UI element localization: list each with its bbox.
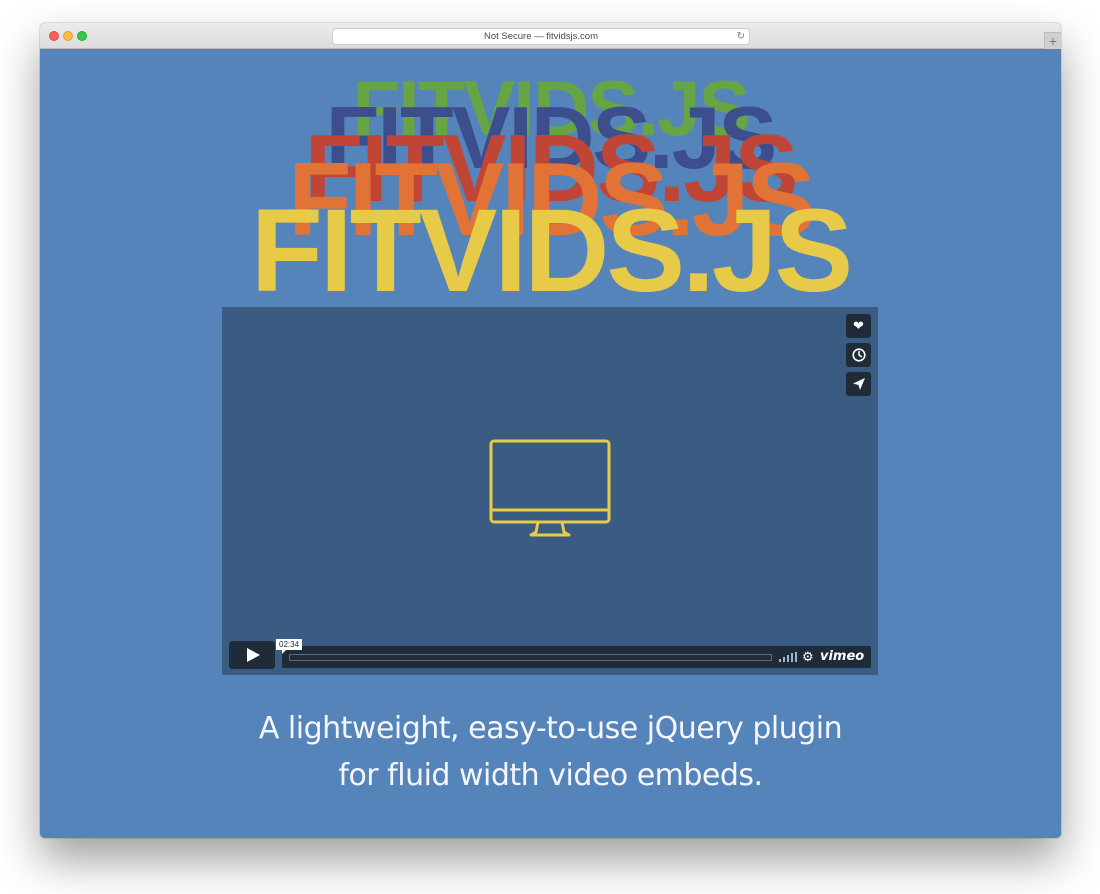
tagline-line-1: A lightweight, easy-to-use jQuery plugin bbox=[258, 711, 843, 746]
address-bar[interactable]: Not Secure — fitvidsjs.com ↻ bbox=[332, 28, 750, 45]
tagline: A lightweight, easy-to-use jQuery plugin… bbox=[40, 705, 1061, 799]
time-tooltip: 02:34 bbox=[276, 639, 303, 654]
plus-icon[interactable]: + bbox=[1044, 32, 1061, 49]
minimize-window-button[interactable] bbox=[63, 31, 73, 41]
vimeo-logo[interactable]: vimeo bbox=[820, 646, 864, 668]
page-content: FITVIDS.JS FITVIDS.JS FITVIDS.JS FITVIDS… bbox=[40, 49, 1061, 838]
browser-window: Not Secure — fitvidsjs.com ↻ + FITVIDS.J… bbox=[40, 23, 1061, 838]
player-controls: ⚙ vimeo bbox=[282, 646, 871, 668]
send-icon[interactable] bbox=[846, 372, 871, 396]
reload-icon[interactable]: ↻ bbox=[737, 29, 745, 44]
settings-icon[interactable]: ⚙ bbox=[802, 647, 814, 667]
logo-layer-yellow: FITVIDS.JS bbox=[250, 185, 853, 317]
url-text: Not Secure — fitvidsjs.com bbox=[483, 31, 599, 42]
progress-bar[interactable] bbox=[289, 654, 772, 661]
tagline-line-2: for fluid width video embeds. bbox=[338, 758, 763, 793]
title-bar: Not Secure — fitvidsjs.com ↻ + bbox=[40, 23, 1061, 49]
zoom-window-button[interactable] bbox=[77, 31, 87, 41]
volume-icon[interactable] bbox=[779, 652, 797, 662]
play-button[interactable] bbox=[229, 641, 275, 669]
close-window-button[interactable] bbox=[49, 31, 59, 41]
video-player[interactable]: ❤ ⚙ vimeo 02:34 bbox=[222, 307, 878, 675]
heart-icon[interactable]: ❤ bbox=[846, 314, 871, 338]
fitvids-logo: FITVIDS.JS FITVIDS.JS FITVIDS.JS FITVIDS… bbox=[40, 49, 1061, 310]
monitor-icon bbox=[489, 439, 611, 537]
clock-icon[interactable] bbox=[846, 343, 871, 367]
